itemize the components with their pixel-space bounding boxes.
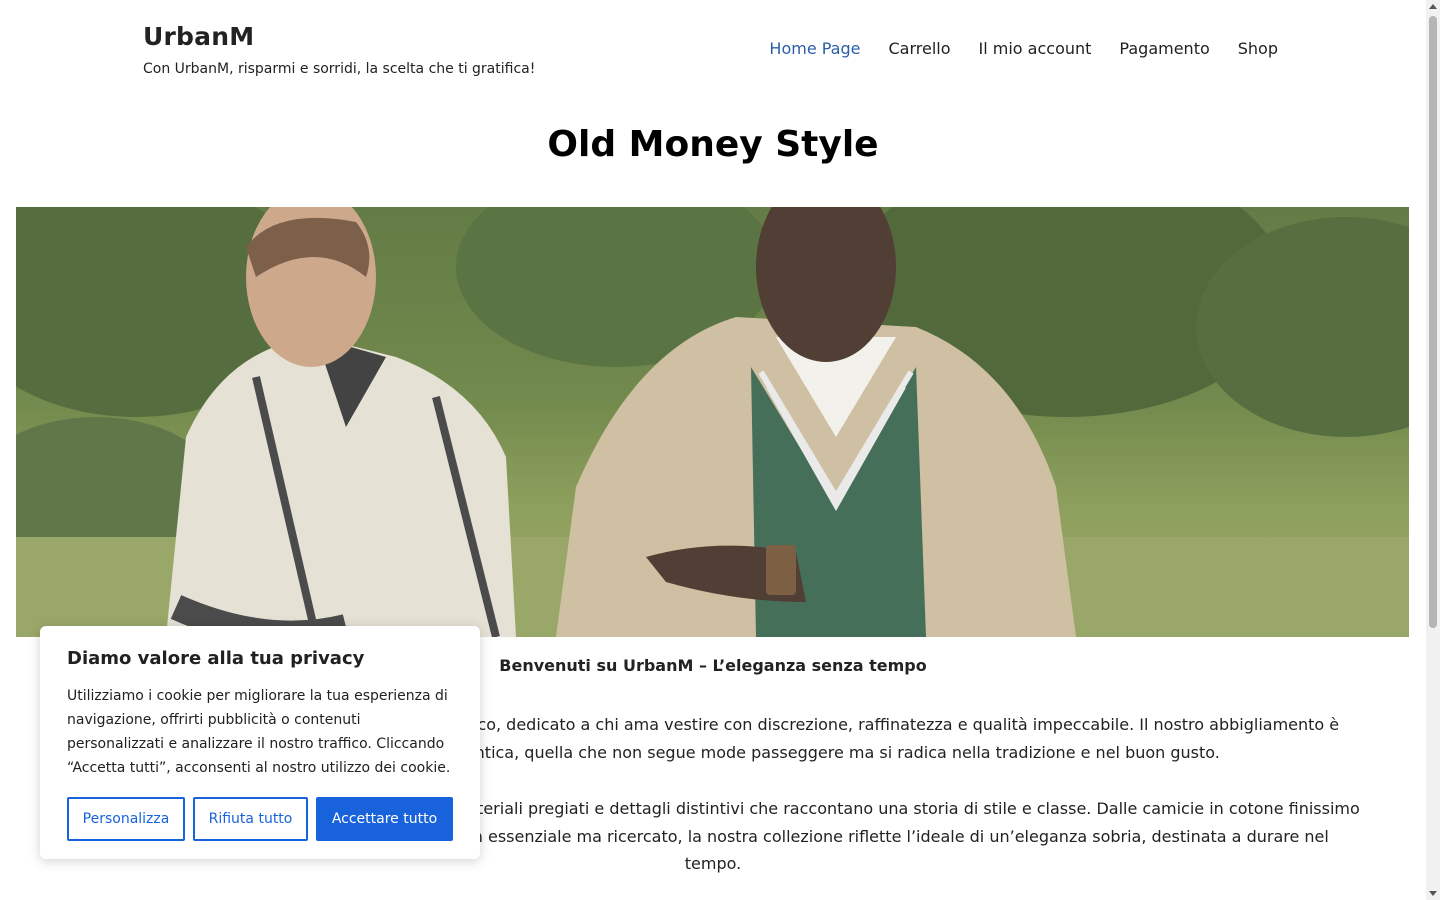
- hero-image: [16, 207, 1409, 637]
- vertical-scrollbar[interactable]: [1426, 0, 1440, 900]
- nav-il-mio-account[interactable]: Il mio account: [979, 39, 1092, 59]
- cookie-banner-text: Utilizziamo i cookie per migliorare la t…: [67, 688, 451, 776]
- brand: UrbanM Con UrbanM, risparmi e sorridi, l…: [143, 22, 535, 77]
- page-title: Old Money Style: [547, 124, 879, 165]
- scroll-down-arrow-icon[interactable]: [1429, 891, 1437, 896]
- scroll-up-arrow-icon[interactable]: [1429, 4, 1437, 9]
- reject-all-button[interactable]: Rifiuta tutto: [193, 797, 308, 841]
- nav-carrello[interactable]: Carrello: [888, 39, 950, 59]
- cookie-consent-banner: Diamo valore alla tua privacy Utilizziam…: [40, 626, 480, 859]
- site-tagline: Con UrbanM, risparmi e sorridi, la scelt…: [143, 61, 536, 77]
- cookie-banner-actions: Personalizza Rifiuta tutto Accettare tut…: [67, 797, 453, 841]
- customize-button[interactable]: Personalizza: [67, 797, 185, 841]
- cookie-banner-title: Diamo valore alla tua privacy: [67, 648, 365, 669]
- scrollbar-thumb[interactable]: [1429, 16, 1437, 628]
- hero-illustration: [16, 207, 1409, 637]
- nav-pagamento[interactable]: Pagamento: [1119, 39, 1209, 59]
- nav-shop[interactable]: Shop: [1238, 39, 1278, 59]
- nav-home-page[interactable]: Home Page: [769, 39, 860, 59]
- site-header: UrbanM Con UrbanM, risparmi e sorridi, l…: [0, 0, 1426, 100]
- site-title[interactable]: UrbanM: [143, 22, 535, 52]
- accept-all-button[interactable]: Accettare tutto: [316, 797, 453, 841]
- main-nav: Home Page Carrello Il mio account Pagame…: [769, 39, 1278, 59]
